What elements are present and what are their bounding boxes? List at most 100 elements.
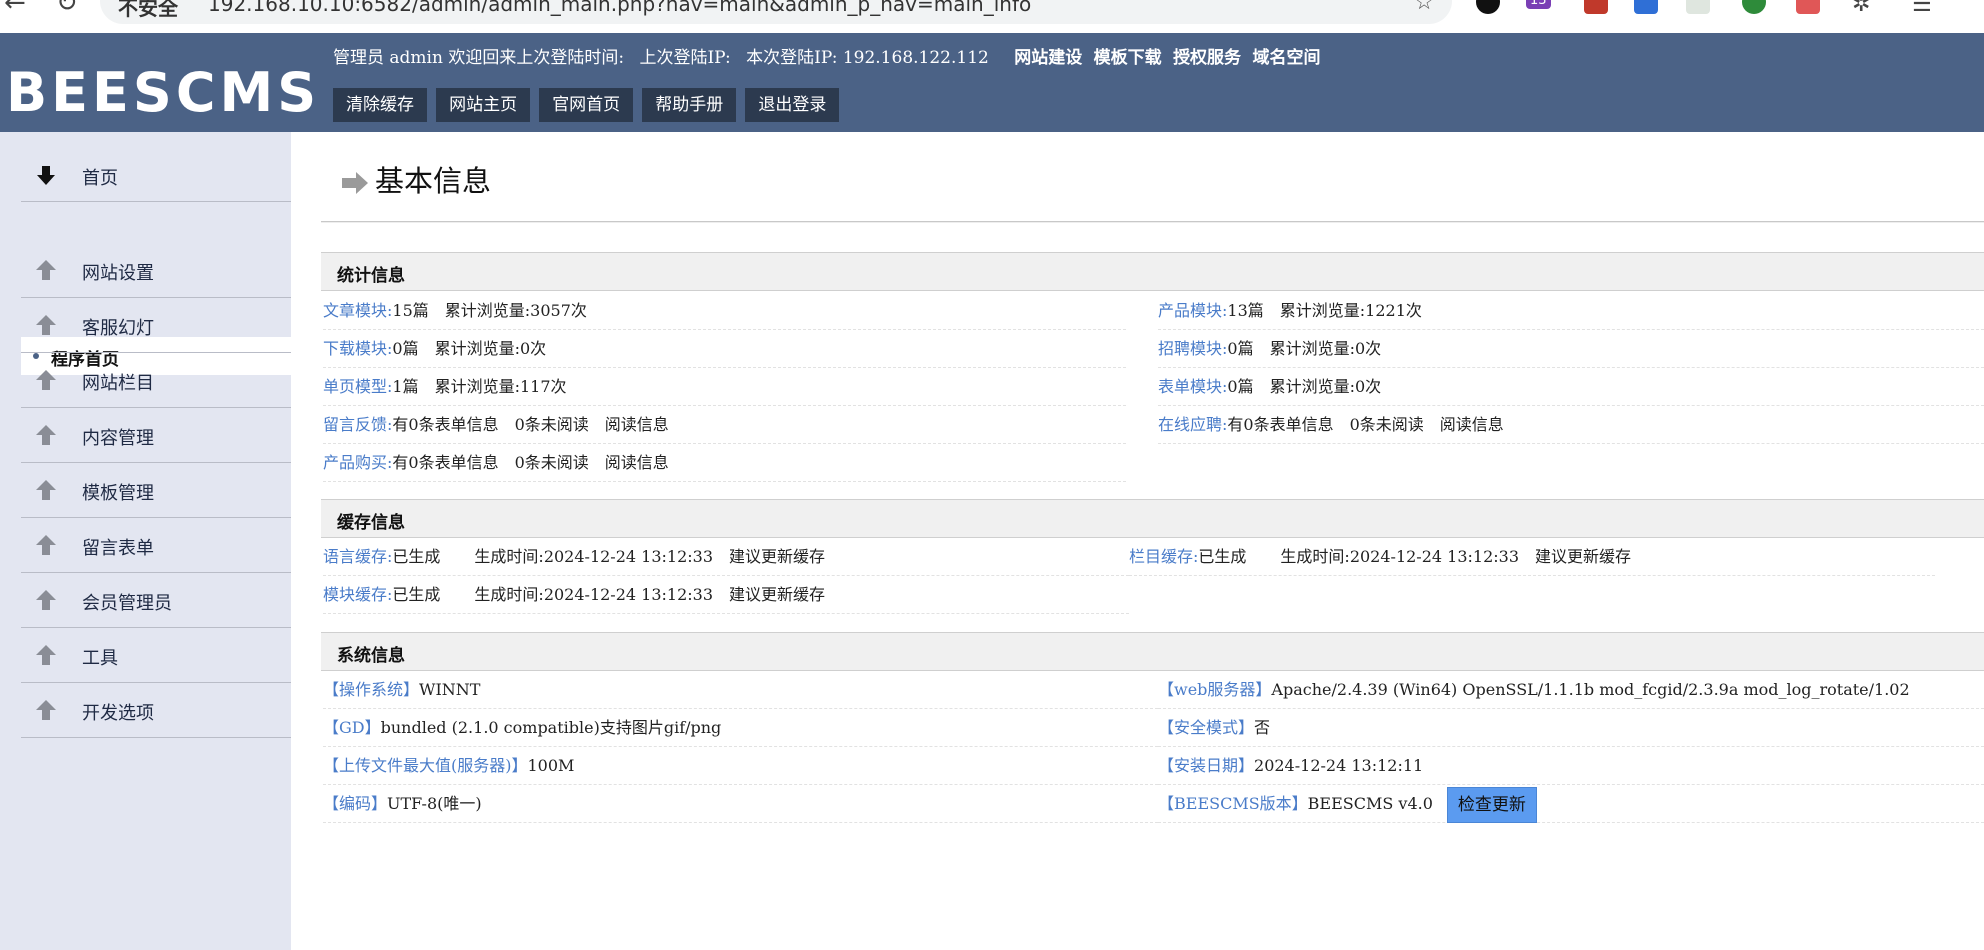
link-template-download[interactable]: 模板下载 xyxy=(1094,48,1162,68)
stat-value: 有0条表单信息 xyxy=(1227,415,1334,434)
stat-row: 在线应聘:有0条表单信息 0条未阅读 阅读信息 xyxy=(1158,406,1984,444)
system-key: 【web服务器】 xyxy=(1158,680,1272,699)
extension-icon[interactable] xyxy=(1742,0,1766,14)
sidebar-item-label: 工具 xyxy=(82,648,118,669)
stat-row: 产品购买:有0条表单信息 0条未阅读 阅读信息 xyxy=(323,444,1126,482)
reload-icon[interactable]: ↻ xyxy=(56,0,78,18)
stat-row: 表单模块:0篇 累计浏览量:0次 xyxy=(1158,368,1984,406)
help-manual-button[interactable]: 帮助手册 xyxy=(642,88,737,122)
logout-button[interactable]: 退出登录 xyxy=(745,88,840,122)
stat-key[interactable]: 文章模块: xyxy=(323,301,392,320)
stat-key[interactable]: 产品购买: xyxy=(323,453,392,472)
bookmark-star-icon[interactable]: ☆ xyxy=(1414,0,1434,15)
stat-row: 留言反馈:有0条表单信息 0条未阅读 阅读信息 xyxy=(323,406,1126,444)
stat-row: 单页模型:1篇 累计浏览量:117次 xyxy=(323,368,1126,406)
stat-key[interactable]: 在线应聘: xyxy=(1158,415,1227,434)
section-title: 系统信息 xyxy=(337,646,405,666)
stat-value: 0篇 xyxy=(1227,339,1254,358)
read-info-link[interactable]: 阅读信息 xyxy=(605,415,669,434)
stat-views: 累计浏览量:0次 xyxy=(1269,339,1382,358)
sidebar-item-site-columns[interactable]: 网站栏目 xyxy=(21,353,291,408)
sidebar-item-site-settings[interactable]: 网站设置 xyxy=(21,243,291,298)
sidebar-item-members[interactable]: 会员管理员 xyxy=(21,573,291,628)
system-row: 【BEESCMS版本】BEESCMS v4.0 检查更新 xyxy=(1158,785,1984,823)
arrow-up-icon xyxy=(36,480,56,500)
stat-key[interactable]: 留言反馈: xyxy=(323,415,392,434)
arrow-up-icon xyxy=(36,700,56,720)
extension-icon[interactable] xyxy=(1476,0,1500,14)
system-value: WINNT xyxy=(419,680,481,699)
system-key: 【安全模式】 xyxy=(1158,718,1255,737)
cache-key[interactable]: 语言缓存: xyxy=(323,547,392,566)
cache-key[interactable]: 模块缓存: xyxy=(323,585,392,604)
arrow-right-icon xyxy=(342,172,368,194)
last-ip-label: 上次登陆IP: xyxy=(639,48,731,68)
stat-views: 累计浏览量:1221次 xyxy=(1279,301,1422,320)
link-domain-hosting[interactable]: 域名空间 xyxy=(1252,48,1320,68)
system-key: 【BEESCMS版本】 xyxy=(1158,794,1308,813)
link-license-service[interactable]: 授权服务 xyxy=(1173,48,1241,68)
stat-key[interactable]: 产品模块: xyxy=(1158,301,1227,320)
stat-row: 产品模块:13篇 累计浏览量:1221次 xyxy=(1158,292,1984,330)
read-info-link[interactable]: 阅读信息 xyxy=(1440,415,1504,434)
sidebar-item-label: 网站栏目 xyxy=(82,373,154,394)
section-header-stats: 统计信息 xyxy=(321,252,1984,291)
sidebar-item-service-slides[interactable]: 客服幻灯 xyxy=(21,298,291,353)
sidebar-item-dev-options[interactable]: 开发选项 xyxy=(21,683,291,738)
extension-icon[interactable] xyxy=(1584,0,1608,14)
section-title: 缓存信息 xyxy=(337,513,405,533)
cache-status: 已生成 xyxy=(392,585,441,604)
sidebar-item-tools[interactable]: 工具 xyxy=(21,628,291,683)
system-key: 【安装日期】 xyxy=(1158,756,1255,775)
page-title: 基本信息 xyxy=(341,158,491,200)
puzzle-icon[interactable]: ✲ xyxy=(1852,0,1870,17)
url-text[interactable]: 192.168.10.10:6582/admin/admin_main.php?… xyxy=(208,0,1031,16)
sidebar-item-messages[interactable]: 留言表单 xyxy=(21,518,291,573)
address-bar[interactable]: 不安全 192.168.10.10:6582/admin/admin_main.… xyxy=(100,0,1452,24)
site-home-button[interactable]: 网站主页 xyxy=(436,88,531,122)
stat-key[interactable]: 下载模块: xyxy=(323,339,392,358)
link-site-building[interactable]: 网站建设 xyxy=(1014,48,1082,68)
extension-icon[interactable] xyxy=(1796,0,1820,14)
system-value: 100M xyxy=(527,756,575,775)
arrow-up-icon xyxy=(36,315,56,335)
stat-key[interactable]: 单页模型: xyxy=(323,377,392,396)
menu-list-icon[interactable]: ☰ xyxy=(1912,0,1932,17)
cache-key[interactable]: 栏目缓存: xyxy=(1129,547,1198,566)
stat-key[interactable]: 招聘模块: xyxy=(1158,339,1227,358)
cache-advice[interactable]: 建议更新缓存 xyxy=(1535,547,1631,566)
sidebar-item-label: 首页 xyxy=(82,168,118,189)
cache-time: 生成时间:2024-12-24 13:12:33 xyxy=(1280,547,1520,566)
stat-row: 招聘模块:0篇 累计浏览量:0次 xyxy=(1158,330,1984,368)
security-warning[interactable]: 不安全 xyxy=(118,0,178,21)
sidebar-item-home[interactable]: 首页 xyxy=(21,148,291,202)
browser-toolbar: ← ↻ 不安全 192.168.10.10:6582/admin/admin_m… xyxy=(0,0,1984,33)
read-info-link[interactable]: 阅读信息 xyxy=(605,453,669,472)
extension-icon[interactable] xyxy=(1634,0,1658,14)
official-home-button[interactable]: 官网首页 xyxy=(539,88,634,122)
stat-value: 有0条表单信息 xyxy=(392,453,499,472)
check-update-button[interactable]: 检查更新 xyxy=(1446,786,1537,823)
cache-status: 已生成 xyxy=(392,547,441,566)
stat-views: 累计浏览量:0次 xyxy=(434,339,547,358)
extension-icon[interactable] xyxy=(1686,0,1710,14)
logo: BEESCMS xyxy=(6,61,321,124)
stat-row: 文章模块:15篇 累计浏览量:3057次 xyxy=(323,292,1126,330)
section-header-cache: 缓存信息 xyxy=(321,499,1984,538)
system-key: 【上传文件最大值(服务器)】 xyxy=(323,756,528,775)
sidebar-item-content[interactable]: 内容管理 xyxy=(21,408,291,463)
top-buttons: 清除缓存 网站主页 官网首页 帮助手册 退出登录 xyxy=(333,88,843,122)
stat-row: 下载模块:0篇 累计浏览量:0次 xyxy=(323,330,1126,368)
back-icon[interactable]: ← xyxy=(4,0,26,18)
cache-advice[interactable]: 建议更新缓存 xyxy=(729,547,825,566)
cache-advice[interactable]: 建议更新缓存 xyxy=(729,585,825,604)
arrow-up-icon xyxy=(36,370,56,390)
sidebar-item-label: 模板管理 xyxy=(82,483,154,504)
cache-time: 生成时间:2024-12-24 13:12:33 xyxy=(474,547,714,566)
stat-key[interactable]: 表单模块: xyxy=(1158,377,1227,396)
sidebar-item-templates[interactable]: 模板管理 xyxy=(21,463,291,518)
section-title: 统计信息 xyxy=(337,266,405,286)
system-row: 【安装日期】2024-12-24 13:12:11 xyxy=(1158,747,1984,785)
system-value: Apache/2.4.39 (Win64) OpenSSL/1.1.1b mod… xyxy=(1271,680,1910,699)
clear-cache-button[interactable]: 清除缓存 xyxy=(333,88,427,122)
